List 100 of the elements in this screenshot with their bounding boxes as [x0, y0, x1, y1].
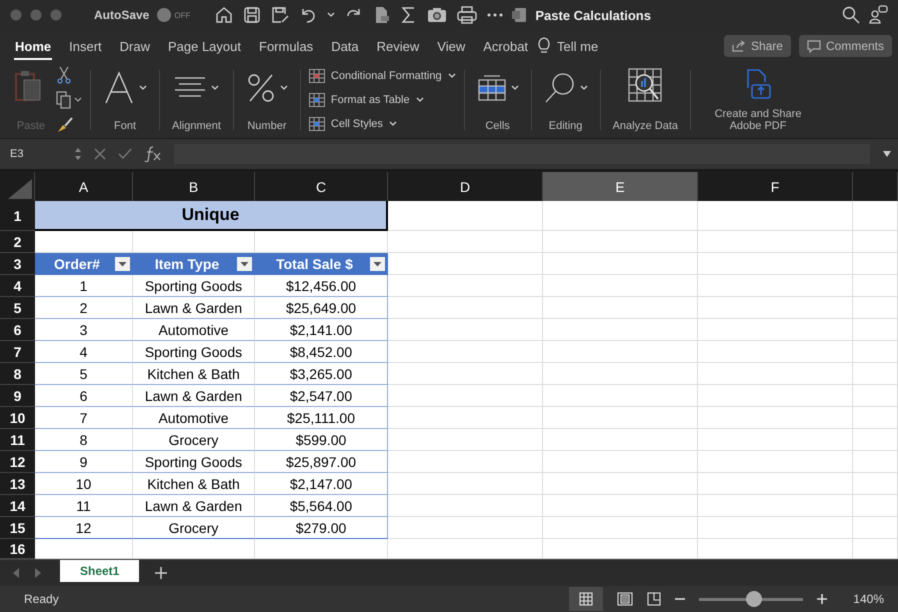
- table-cell: 9: [35, 451, 133, 473]
- percent-icon: [246, 72, 276, 104]
- table-cell: $25,649.00: [255, 297, 388, 319]
- table-cell: Sporting Goods: [133, 451, 255, 473]
- tell-me-field[interactable]: Tell me: [557, 38, 598, 54]
- row-header[interactable]: 8: [0, 363, 35, 385]
- filter-dropdown-icon[interactable]: [370, 257, 385, 271]
- add-sheet-icon[interactable]: [155, 567, 168, 579]
- zoom-in-icon[interactable]: [817, 594, 828, 604]
- normal-view-icon[interactable]: [569, 587, 604, 611]
- caret-icon[interactable]: [327, 11, 336, 19]
- row-header[interactable]: 10: [0, 407, 35, 429]
- ribbon-tab[interactable]: Page Layout: [158, 32, 250, 60]
- scissors-icon[interactable]: [56, 66, 72, 84]
- column-header[interactable]: E: [543, 172, 698, 201]
- row-header[interactable]: 9: [0, 385, 35, 407]
- empty-cell: [853, 495, 898, 517]
- caret-icon: [416, 97, 424, 103]
- row-header[interactable]: 7: [0, 341, 35, 363]
- zoom-level[interactable]: 140%: [853, 592, 884, 606]
- row-header[interactable]: 5: [0, 297, 35, 319]
- save-icon[interactable]: [243, 6, 262, 24]
- empty-cell: [853, 297, 898, 319]
- table-cell: Kitchen & Bath: [133, 473, 255, 495]
- enter-icon[interactable]: [118, 148, 132, 160]
- sheet-tab[interactable]: Sheet1: [60, 560, 140, 582]
- autosave-toggle[interactable]: OFF: [157, 6, 204, 24]
- alignment-button[interactable]: Alignment: [168, 66, 225, 134]
- row-header[interactable]: 16: [0, 539, 35, 559]
- status-text: Ready: [24, 592, 59, 606]
- style-menu-button[interactable]: Conditional Formatting: [308, 68, 456, 84]
- home-icon[interactable]: [215, 6, 234, 24]
- people-icon[interactable]: [868, 5, 888, 25]
- column-heading: Order#: [35, 253, 133, 275]
- filter-dropdown-icon[interactable]: [114, 257, 130, 271]
- ribbon-tab[interactable]: Draw: [110, 32, 159, 60]
- page-layout-icon[interactable]: [617, 592, 634, 606]
- search-icon[interactable]: [842, 6, 860, 24]
- row-header[interactable]: 6: [0, 319, 35, 341]
- analyze-data-button[interactable]: Analyze Data: [608, 66, 682, 134]
- brush-icon[interactable]: [56, 116, 74, 134]
- magnifier-chart-icon: [628, 68, 662, 102]
- empty-cell: [853, 231, 898, 253]
- caret-icon: [448, 73, 456, 79]
- row-header[interactable]: 12: [0, 451, 35, 473]
- printer-icon[interactable]: [457, 6, 478, 24]
- row-header[interactable]: 13: [0, 473, 35, 495]
- document-upload-icon: [744, 68, 772, 100]
- table-cell: $8,452.00: [255, 341, 388, 363]
- empty-cell: [853, 253, 898, 275]
- save-edit-icon[interactable]: [271, 6, 290, 24]
- caret-icon: [280, 85, 288, 91]
- camera-icon[interactable]: [427, 6, 448, 24]
- ribbon-tab[interactable]: Formulas: [250, 32, 322, 60]
- more-icon[interactable]: [487, 13, 504, 17]
- empty-cell: [853, 473, 898, 495]
- cancel-icon[interactable]: [94, 148, 106, 160]
- table-cell: Lawn & Garden: [133, 495, 255, 517]
- autosave-label: AutoSave: [94, 8, 150, 22]
- stepper-icon[interactable]: [74, 146, 82, 162]
- table-grid-icon: [308, 117, 325, 131]
- row-header[interactable]: 15: [0, 517, 35, 539]
- table-cell: Sporting Goods: [133, 341, 255, 363]
- editing-button[interactable]: Editing: [540, 66, 592, 134]
- comments-button[interactable]: Comments: [798, 35, 892, 57]
- table-cell: Lawn & Garden: [133, 385, 255, 407]
- row-header[interactable]: 2: [0, 231, 35, 253]
- table-cell: 8: [35, 429, 133, 451]
- name-box[interactable]: E3: [10, 148, 62, 160]
- font-button[interactable]: Font: [99, 66, 151, 134]
- document-icon[interactable]: [373, 6, 392, 24]
- page-break-icon[interactable]: [647, 592, 662, 606]
- style-menu-button[interactable]: Cell Styles: [308, 116, 456, 132]
- function-icon[interactable]: [144, 146, 162, 162]
- ribbon-tab[interactable]: Acrobat: [474, 32, 538, 60]
- row-header[interactable]: 11: [0, 429, 35, 451]
- table-cell: Sporting Goods: [133, 275, 255, 297]
- ribbon-tab[interactable]: View: [428, 32, 474, 60]
- caret-icon: [388, 121, 397, 127]
- cells-button[interactable]: Cells: [472, 66, 523, 134]
- table-cell: Automotive: [133, 407, 255, 429]
- row-header[interactable]: 4: [0, 275, 35, 297]
- table-cell: 6: [35, 385, 133, 407]
- table-cell: $12,456.00: [255, 275, 388, 297]
- copy-icon[interactable]: [56, 91, 82, 109]
- ribbon-tab[interactable]: Review: [368, 32, 428, 60]
- share-button[interactable]: Share: [724, 35, 791, 57]
- empty-cell: [853, 319, 898, 341]
- zoom-slider-thumb[interactable]: [746, 591, 762, 607]
- expand-icon[interactable]: [882, 150, 892, 158]
- ribbon-tab[interactable]: Home: [6, 32, 60, 60]
- adobe-pdf-button[interactable]: Create and Share Adobe PDF: [699, 66, 818, 134]
- row-header[interactable]: 3: [0, 253, 35, 275]
- style-menu-button[interactable]: Format as Table: [308, 92, 456, 108]
- ribbon-tab[interactable]: Data: [322, 32, 368, 60]
- row-header[interactable]: 1: [0, 201, 35, 231]
- number-button[interactable]: Number: [242, 66, 292, 134]
- ribbon-tab[interactable]: Insert: [60, 32, 111, 60]
- row-header[interactable]: 14: [0, 495, 35, 517]
- filter-dropdown-icon[interactable]: [237, 257, 252, 271]
